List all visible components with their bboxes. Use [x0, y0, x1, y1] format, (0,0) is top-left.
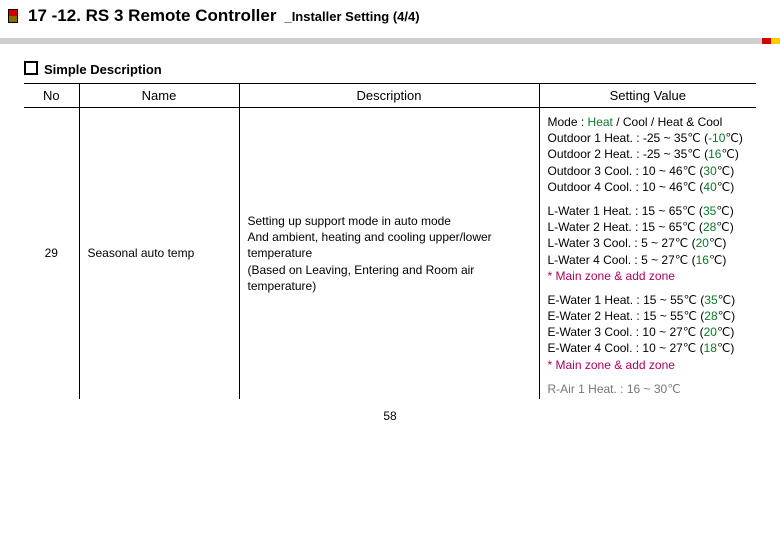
sv-o3a: Outdoor 3 Cool. : 10 ~ 46℃ ( [548, 164, 704, 178]
table-row: 29 Seasonal auto temp Setting up support… [24, 108, 756, 197]
sv-o2b: 16 [708, 147, 721, 161]
sv-l3a: L-Water 3 Cool. : 5 ~ 27℃ ( [548, 236, 696, 250]
col-name-header: Name [79, 84, 239, 108]
col-no-header: No [24, 84, 79, 108]
sv-o1a: Outdoor 1 Heat. : -25 ~ 35℃ ( [548, 131, 709, 145]
sv-e2b: 28 [704, 309, 717, 323]
settings-table: No Name Description Setting Value 29 Sea… [24, 83, 756, 399]
cell-desc: Setting up support mode in auto mode And… [239, 108, 539, 400]
sv-note2: * Main zone & add zone [548, 358, 675, 372]
sv-e4b: 18 [704, 341, 717, 355]
sv-note1: * Main zone & add zone [548, 269, 675, 283]
page-title-sub: _Installer Setting (4/4) [284, 9, 419, 24]
sv-e3a: E-Water 3 Cool. : 10 ~ 27℃ ( [548, 325, 704, 339]
sv-l1b: 35 [703, 204, 716, 218]
cell-name: Seasonal auto temp [79, 108, 239, 400]
cell-setting-value-cutoff: R-Air 1 Heat. : 16 ~ 30℃ [539, 375, 756, 399]
sv-e1a: E-Water 1 Heat. : 15 ~ 55℃ ( [548, 293, 705, 307]
header-divider [0, 38, 780, 44]
sv-l2b: 28 [703, 220, 716, 234]
sv-l3c: ℃) [709, 236, 726, 250]
sv-mode-rest: / Cool / Heat & Cool [613, 115, 722, 129]
sv-e4c: ℃) [717, 341, 734, 355]
brand-logo [8, 9, 18, 23]
cell-no: 29 [24, 108, 79, 400]
sv-l4a: L-Water 4 Cool. : 5 ~ 27℃ ( [548, 253, 696, 267]
sv-e1c: ℃) [718, 293, 735, 307]
sv-e3c: ℃) [717, 325, 734, 339]
sv-o3b: 30 [703, 164, 716, 178]
col-desc-header: Description [239, 84, 539, 108]
cell-setting-value-block1: Mode : Heat / Cool / Heat & Cool Outdoor… [539, 108, 756, 197]
sv-o2c: ℃) [721, 147, 738, 161]
sv-l4b: 16 [696, 253, 709, 267]
sv-l2a: L-Water 2 Heat. : 15 ~ 65℃ ( [548, 220, 703, 234]
col-val-header: Setting Value [539, 84, 756, 108]
section-title: Simple Description [24, 60, 756, 77]
sv-o3c: ℃) [717, 164, 734, 178]
sv-l1a: L-Water 1 Heat. : 15 ~ 65℃ ( [548, 204, 703, 218]
sv-e4a: E-Water 4 Cool. : 10 ~ 27℃ ( [548, 341, 704, 355]
page-title-main: 17 -12. RS 3 Remote Controller [28, 6, 276, 26]
sv-e2a: E-Water 2 Heat. : 15 ~ 55℃ ( [548, 309, 705, 323]
cell-setting-value-block3: E-Water 1 Heat. : 15 ~ 55℃ (35℃) E-Water… [539, 286, 756, 375]
sv-mode-label: Mode : [548, 115, 588, 129]
cell-setting-value-block2: L-Water 1 Heat. : 15 ~ 65℃ (35℃) L-Water… [539, 197, 756, 286]
sv-o1b: -10 [708, 131, 725, 145]
sv-o4c: ℃) [717, 180, 734, 194]
sv-o4a: Outdoor 4 Cool. : 10 ~ 46℃ ( [548, 180, 704, 194]
sv-o1c: ℃) [725, 131, 742, 145]
table-header-row: No Name Description Setting Value [24, 84, 756, 108]
sv-e1b: 35 [704, 293, 717, 307]
sv-o4b: 40 [703, 180, 716, 194]
sv-l4c: ℃) [709, 253, 726, 267]
sv-l1c: ℃) [716, 204, 733, 218]
sv-o2a: Outdoor 2 Heat. : -25 ~ 35℃ ( [548, 147, 709, 161]
page-number: 58 [0, 399, 780, 423]
sv-l2c: ℃) [716, 220, 733, 234]
sv-l3b: 20 [696, 236, 709, 250]
sv-e2c: ℃) [718, 309, 735, 323]
sv-e3b: 20 [704, 325, 717, 339]
sv-mode-heat: Heat [588, 115, 613, 129]
